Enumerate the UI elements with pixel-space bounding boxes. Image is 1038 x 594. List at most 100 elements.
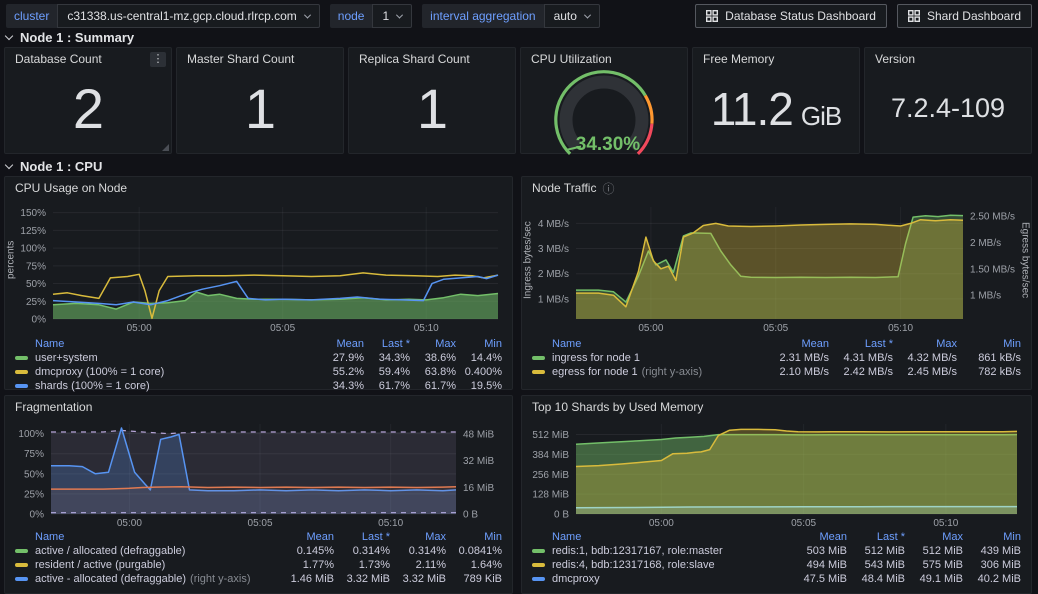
legend-value: 2.31 MB/s [765, 351, 829, 365]
node-traffic-chart-canvas[interactable]: 1 MB/s2 MB/s3 MB/s4 MB/s1 MB/s1.50 MB/s2… [530, 201, 1027, 335]
legend-row[interactable]: user+system27.9%34.3%38.6%14.4% [15, 351, 502, 365]
legend-column-name[interactable]: Name [532, 530, 789, 544]
legend-column[interactable]: Min [963, 530, 1021, 544]
legend-column-name[interactable]: Name [532, 337, 765, 351]
series-name-cell[interactable]: egress for node 1(right y-axis) [532, 365, 765, 379]
legend-column[interactable]: Mean [278, 530, 334, 544]
svg-text:128 MiB: 128 MiB [532, 490, 569, 501]
legend-row[interactable]: dmcproxy (100% = 1 core)55.2%59.4%63.8%0… [15, 365, 502, 379]
legend-row[interactable]: ingress for node 12.31 MB/s4.31 MB/s4.32… [532, 351, 1021, 365]
legend-column[interactable]: Last * [334, 530, 390, 544]
panel-title[interactable]: CPU Usage on Node [5, 177, 512, 199]
svg-text:384 MiB: 384 MiB [532, 450, 569, 461]
series-name-cell[interactable]: ingress for node 1 [532, 351, 765, 365]
var-node-select[interactable]: 1 [372, 4, 412, 28]
database-count-value: 2 [73, 76, 103, 141]
legend-header: NameMeanLast *MaxMin [532, 337, 1021, 351]
series-name-cell[interactable]: active - allocated (defraggable)(right y… [15, 572, 278, 586]
panel-title[interactable]: Master Shard Count [177, 48, 343, 70]
svg-text:05:10: 05:10 [414, 323, 439, 334]
legend-row[interactable]: active - allocated (defraggable)(right y… [15, 572, 502, 586]
svg-text:100%: 100% [18, 429, 44, 440]
svg-text:05:05: 05:05 [248, 518, 273, 528]
series-name-cell[interactable]: resident / active (purgable) [15, 558, 278, 572]
top-shards-chart-canvas[interactable]: 0 B128 MiB256 MiB384 MiB512 MiB05:0005:0… [530, 416, 1027, 528]
legend-column[interactable]: Max [905, 530, 963, 544]
legend-row[interactable]: redis:1, bdb:12317167, role:master503 Mi… [532, 544, 1021, 558]
series-name-cell[interactable]: dmcproxy (100% = 1 core) [15, 365, 318, 379]
series-name: shards (100% = 1 core) [35, 379, 150, 393]
cpu-usage-legend: NameMeanLast *MaxMinuser+system27.9%34.3… [15, 337, 502, 393]
legend-column[interactable]: Max [390, 530, 446, 544]
legend-row[interactable]: egress for node 1(right y-axis)2.10 MB/s… [532, 365, 1021, 379]
panel-resize-handle[interactable] [162, 144, 169, 151]
fragmentation-chart-canvas[interactable]: 0%25%50%75%100%0 B16 MiB32 MiB48 MiB05:0… [13, 416, 506, 528]
legend-row[interactable]: shards (100% = 1 core)34.3%61.7%61.7%19.… [15, 379, 502, 393]
series-color-chip-icon [15, 356, 28, 360]
legend-row[interactable]: active / allocated (defraggable)0.145%0.… [15, 544, 502, 558]
series-name-cell[interactable]: shards (100% = 1 core) [15, 379, 318, 393]
legend-value: 47.5 MiB [789, 572, 847, 586]
panel-title[interactable]: Replica Shard Count [349, 48, 515, 70]
series-name-cell[interactable]: redis:4, bdb:12317168, role:slave [532, 558, 789, 572]
row-title: Node 1 : CPU [20, 159, 102, 174]
var-cluster-select[interactable]: c31338.us-central1-mz.gcp.cloud.rlrcp.co… [57, 4, 319, 28]
legend-value: 19.5% [456, 379, 502, 393]
series-name-cell[interactable]: active / allocated (defraggable) [15, 544, 278, 558]
legend-column[interactable]: Last * [364, 337, 410, 351]
legend-row[interactable]: dmcproxy47.5 MiB48.4 MiB49.1 MiB40.2 MiB [532, 572, 1021, 586]
database-status-dashboard-button[interactable]: Database Status Dashboard [695, 4, 887, 28]
series-name-cell[interactable]: user+system [15, 351, 318, 365]
node-traffic-legend: NameMeanLast *MaxMiningress for node 12.… [532, 337, 1021, 379]
row-header-node1-summary[interactable]: Node 1 : Summary [6, 30, 134, 45]
legend-column[interactable]: Mean [789, 530, 847, 544]
legend-column[interactable]: Mean [765, 337, 829, 351]
cpu-usage-chart-canvas[interactable]: 0%25%50%75%100%125%150%05:0005:0505:10 [13, 201, 506, 335]
panel-title[interactable]: Fragmentation [5, 396, 512, 418]
legend-value: 59.4% [364, 365, 410, 379]
legend-column[interactable]: Mean [318, 337, 364, 351]
shard-dashboard-button[interactable]: Shard Dashboard [897, 4, 1032, 28]
panel-title[interactable]: Database Count [5, 48, 171, 70]
info-icon[interactable]: ⓘ [602, 180, 614, 197]
legend-row[interactable]: redis:4, bdb:12317168, role:slave494 MiB… [532, 558, 1021, 572]
legend-column[interactable]: Last * [847, 530, 905, 544]
legend-value: 0.145% [278, 544, 334, 558]
legend-column[interactable]: Max [410, 337, 456, 351]
legend-column[interactable]: Max [893, 337, 957, 351]
legend-value: 543 MiB [847, 558, 905, 572]
svg-text:0%: 0% [32, 315, 47, 326]
legend-column[interactable]: Last * [829, 337, 893, 351]
svg-text:0%: 0% [30, 510, 45, 521]
series-color-chip-icon [532, 549, 545, 553]
svg-text:1 MB/s: 1 MB/s [970, 291, 1001, 302]
legend-column-name[interactable]: Name [15, 530, 278, 544]
legend-value: 1.46 MiB [278, 572, 334, 586]
panel-free-memory: Free Memory 11.2GiB [692, 47, 860, 154]
svg-text:05:10: 05:10 [378, 518, 403, 528]
series-name-cell[interactable]: redis:1, bdb:12317167, role:master [532, 544, 789, 558]
legend-column[interactable]: Min [446, 530, 502, 544]
legend-column[interactable]: Min [456, 337, 502, 351]
var-interval-aggregation-select[interactable]: auto [544, 4, 600, 28]
svg-text:2.50 MB/s: 2.50 MB/s [970, 211, 1015, 222]
legend-row[interactable]: resident / active (purgable)1.77%1.73%2.… [15, 558, 502, 572]
panel-cpu-usage-on-node: CPU Usage on Node percents 0%25%50%75%10… [4, 176, 513, 390]
panel-title[interactable]: Version [865, 48, 1031, 70]
panel-title[interactable]: Free Memory [693, 48, 859, 70]
svg-text:05:05: 05:05 [791, 518, 816, 528]
legend-value: 494 MiB [789, 558, 847, 572]
panel-menu-icon[interactable]: ⋮ [150, 52, 166, 67]
collapse-chevron-icon [5, 161, 13, 169]
legend-column-name[interactable]: Name [15, 337, 318, 351]
series-name-cell[interactable]: dmcproxy [532, 572, 789, 586]
panel-title[interactable]: Node Trafficⓘ [522, 177, 1031, 199]
svg-text:05:00: 05:00 [649, 518, 674, 528]
legend-value: 0.400% [456, 365, 502, 379]
svg-text:1 MB/s: 1 MB/s [538, 294, 569, 305]
legend-column[interactable]: Min [957, 337, 1021, 351]
legend-header: NameMeanLast *MaxMin [532, 530, 1021, 544]
panel-title[interactable]: Top 10 Shards by Used Memory [522, 396, 1031, 418]
var-interval-aggregation: interval aggregation auto [422, 4, 600, 28]
row-header-node1-cpu[interactable]: Node 1 : CPU [6, 159, 102, 174]
